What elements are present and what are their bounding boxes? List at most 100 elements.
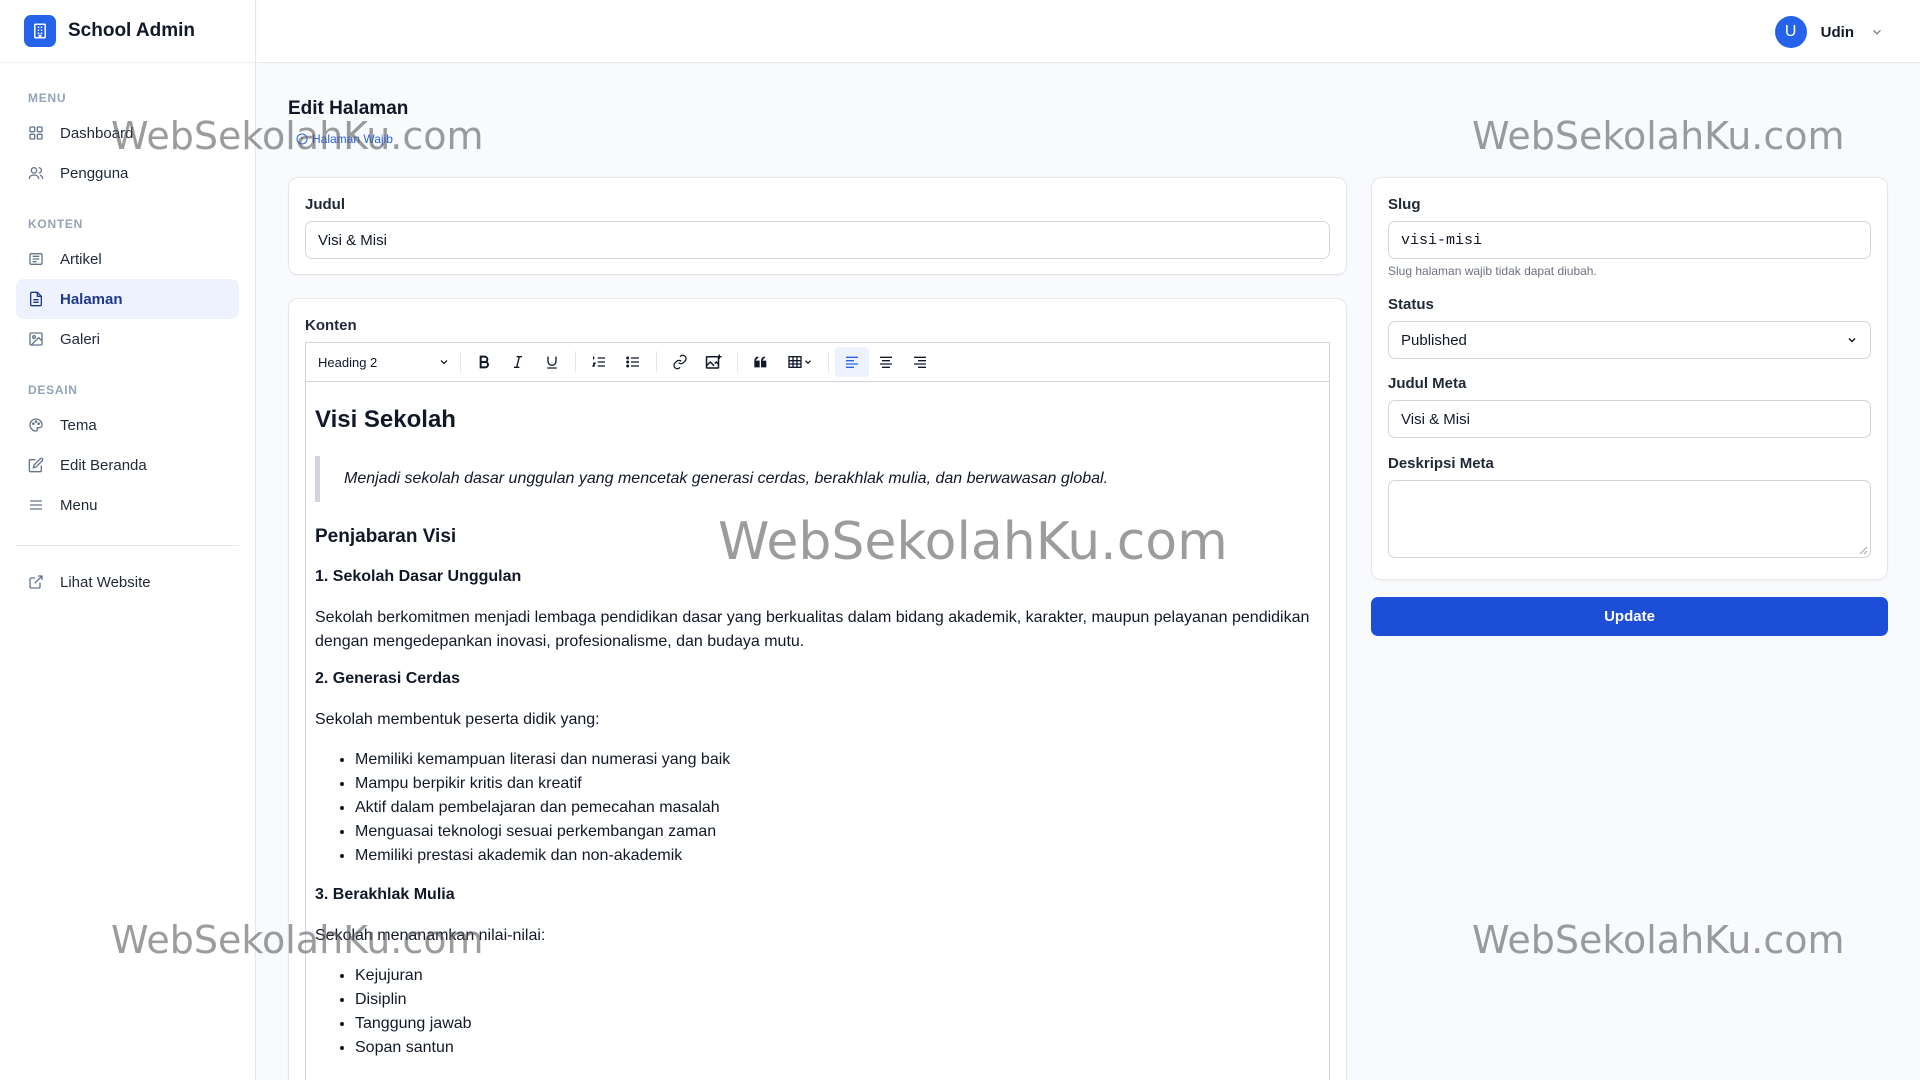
list-item: Aktif dalam pembelajaran dan pemecahan m… [355, 796, 1320, 820]
watermark: WebSekolahKu.com [111, 918, 484, 962]
sidebar-item-label: Galeri [60, 330, 101, 348]
align-right-icon [914, 356, 926, 368]
nav-section-title: KONTEN [28, 217, 83, 231]
blockquote-button[interactable] [744, 347, 778, 377]
align-left-button[interactable] [835, 347, 869, 377]
bullet-list: Memiliki kemampuan literasi dan numerasi… [355, 748, 1320, 868]
status-select[interactable]: Published [1388, 321, 1871, 359]
table-icon [788, 356, 802, 368]
school-building-icon [24, 15, 56, 47]
status-label: Status [1388, 296, 1434, 313]
sidebar-item-edit-beranda[interactable]: Edit Beranda [16, 445, 239, 485]
list-item: Kejujuran [355, 964, 1320, 988]
editor-toolbar: Heading 2 [305, 342, 1330, 382]
palette-icon [28, 417, 44, 433]
rich-text-editor[interactable]: Visi Sekolah Menjadi sekolah dasar unggu… [305, 382, 1330, 1080]
insert-image-button[interactable] [697, 347, 731, 377]
link-icon [673, 354, 687, 370]
list-item: Disiplin [355, 988, 1320, 1012]
avatar: U [1774, 16, 1807, 48]
paragraph: Sekolah membentuk peserta didik yang: [315, 711, 600, 728]
link-button[interactable] [663, 347, 697, 377]
slug-hint: Slug halaman wajib tidak dapat diubah. [1388, 264, 1597, 278]
grid-icon [28, 125, 44, 141]
user-menu[interactable]: U Udin [1774, 16, 1884, 48]
content-card: Konten Heading 2 Visi Sekolah Menjadi se… [288, 298, 1347, 1080]
chevron-down-icon [440, 360, 448, 365]
heading-select-value: Heading 2 [318, 354, 378, 370]
align-left-icon [846, 356, 858, 368]
sidebar-item-label: Menu [60, 496, 98, 514]
list-item: Sopan santun [355, 1036, 1320, 1060]
watermark: WebSekolahKu.com [111, 114, 484, 158]
align-center-button[interactable] [869, 347, 903, 377]
align-center-icon [880, 356, 892, 368]
meta-description-label: Deskripsi Meta [1388, 455, 1494, 472]
meta-description-textarea[interactable] [1388, 480, 1871, 558]
bullet-list: Kejujuran Disiplin Tanggung jawab Sopan … [355, 964, 1320, 1060]
section-title: 2. Generasi Cerdas [315, 670, 460, 687]
app-name: School Admin [68, 20, 196, 41]
editor-quote: Menjadi sekolah dasar unggulan yang menc… [315, 456, 1320, 502]
chevron-down-icon [1848, 337, 1856, 343]
editor-heading: Visi Sekolah [315, 406, 456, 433]
title-input[interactable]: Visi & Misi [305, 221, 1330, 259]
users-icon [28, 165, 44, 181]
divider [16, 545, 239, 546]
title-label: Judul [305, 196, 345, 213]
bullet-list-icon [626, 356, 639, 368]
table-button[interactable] [778, 347, 822, 377]
meta-title-label: Judul Meta [1388, 375, 1467, 392]
section-title: 3. Berakhlak Mulia [315, 886, 455, 903]
sidebar-item-label: Halaman [60, 290, 123, 308]
list-item: Mampu berpikir kritis dan kreatif [355, 772, 1320, 796]
list-item: Memiliki prestasi akademik dan non-akade… [355, 844, 1320, 868]
chevron-down-icon [805, 360, 811, 365]
sidebar-item-menu[interactable]: Menu [16, 485, 239, 525]
paragraph: Sekolah berkomitmen menjadi lembaga pend… [315, 609, 1310, 650]
brand[interactable]: School Admin [0, 0, 255, 63]
insert-image-icon [705, 354, 722, 369]
sidebar-item-artikel[interactable]: Artikel [16, 239, 239, 279]
status-select-value: Published [1401, 331, 1467, 349]
underline-icon [547, 356, 557, 369]
sidebar-item-label: Artikel [60, 250, 102, 268]
nav-section-title: DESAIN [28, 383, 78, 397]
underline-button[interactable] [535, 347, 569, 377]
sidebar-item-tema[interactable]: Tema [16, 405, 239, 445]
update-button[interactable]: Update [1371, 597, 1888, 636]
sidebar-item-pengguna[interactable]: Pengguna [16, 153, 239, 193]
edit-icon [28, 457, 44, 473]
italic-icon [514, 356, 522, 368]
watermark: WebSekolahKu.com [1472, 918, 1845, 962]
chevron-down-icon [1873, 29, 1881, 35]
bold-button[interactable] [467, 347, 501, 377]
bullet-list-button[interactable] [616, 347, 650, 377]
sidebar-item-label: Pengguna [60, 164, 129, 182]
content-label: Konten [305, 317, 357, 334]
italic-button[interactable] [501, 347, 535, 377]
document-icon [28, 291, 44, 307]
nav-section-title: MENU [28, 91, 67, 105]
numbered-list-button[interactable] [582, 347, 616, 377]
meta-title-input[interactable]: Visi & Misi [1388, 400, 1871, 438]
user-name: Udin [1820, 23, 1854, 41]
heading-select[interactable]: Heading 2 [314, 347, 454, 377]
sidebar-item-label: Lihat Website [60, 573, 151, 591]
watermark: WebSekolahKu.com [1472, 114, 1845, 158]
align-right-button[interactable] [903, 347, 937, 377]
external-link-icon [28, 574, 44, 590]
slug-input[interactable]: visi-misi [1388, 221, 1871, 259]
sidebar-item-lihat-website[interactable]: Lihat Website [16, 562, 239, 602]
sidebar-item-halaman[interactable]: Halaman [16, 279, 239, 319]
watermark: WebSekolahKu.com [718, 512, 1228, 572]
sidebar-item-label: Tema [60, 416, 97, 434]
settings-card: Slug visi-misi Slug halaman wajib tidak … [1371, 177, 1888, 580]
list-item: Tanggung jawab [355, 1012, 1320, 1036]
topbar: U Udin [257, 0, 1920, 63]
quote-icon [754, 356, 767, 368]
numbered-list-icon [591, 356, 605, 367]
resize-handle-icon [1859, 546, 1867, 554]
sidebar-item-galeri[interactable]: Galeri [16, 319, 239, 359]
list-item: Memiliki kemampuan literasi dan numerasi… [355, 748, 1320, 772]
